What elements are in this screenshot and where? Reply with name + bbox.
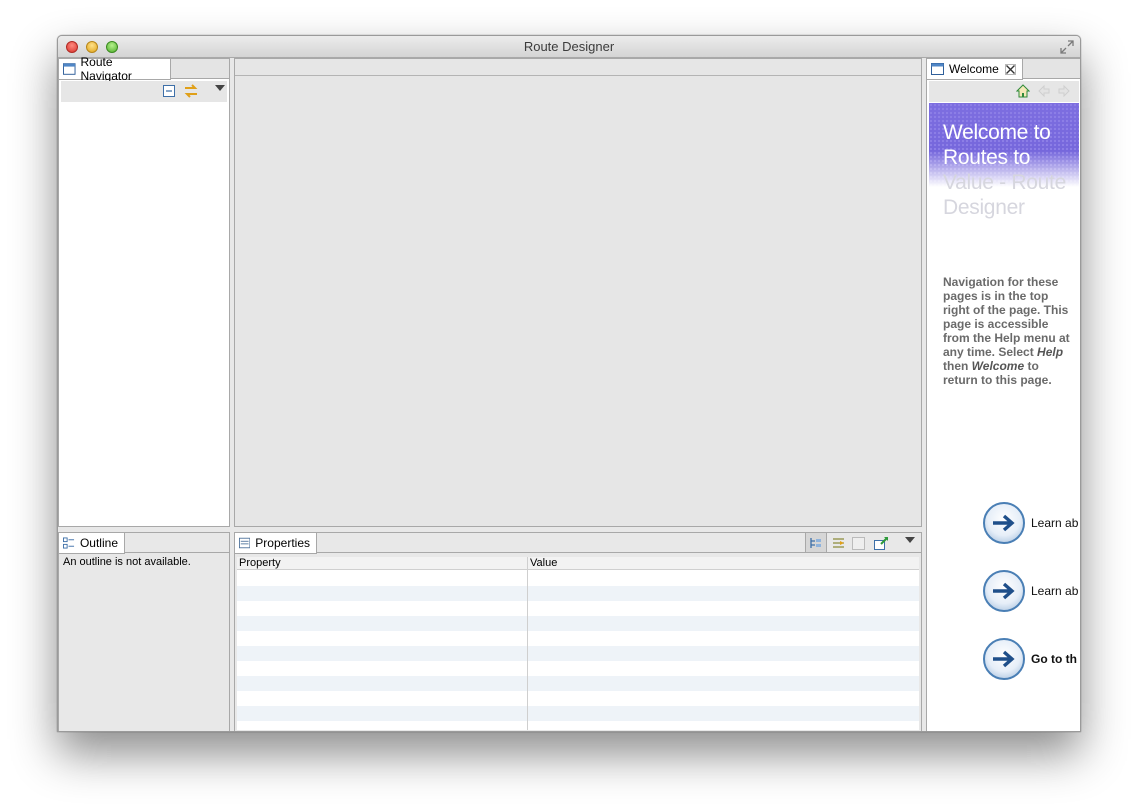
welcome-link-3[interactable]: Go to th [983,637,1080,681]
arrow-right-icon [983,638,1025,680]
editor-tabstrip [235,59,921,76]
welcome-title-line: Routes to [943,146,1031,169]
welcome-toolbar [929,81,1079,102]
collapse-all-icon[interactable] [163,85,176,98]
navigator-view-menu-icon[interactable] [215,85,225,91]
welcome-title-line: Designer [943,196,1025,219]
navigator-tabstrip: Route Navigator [59,55,229,83]
welcome-link-1[interactable]: Learn ab [983,501,1080,545]
restore-default-icon[interactable] [852,537,865,550]
table-row [237,631,919,646]
window-title: Route Designer [523,39,615,54]
table-row [237,646,919,661]
route-navigator-pane: Route Navigator [58,55,230,527]
help-emphasis: Help [1037,345,1064,359]
tab-label: Properties [255,536,310,550]
arrow-right-icon [983,502,1025,544]
outline-tabstrip: Outline [59,533,229,554]
welcome-title: Welcome to Routes to Value - Route Desig… [943,120,1080,220]
tab-label: Route Navigator [80,55,132,83]
welcome-emphasis: Welcome [971,359,1025,373]
tab-properties[interactable]: Properties [235,533,317,554]
properties-icon [239,537,251,549]
welcome-description: Navigation for these pages is in the top… [943,275,1075,387]
app-window: Route Designer Route Navigator Outline A… [57,35,1081,732]
link-with-editor-icon[interactable] [183,83,199,99]
outline-icon [63,537,75,549]
welcome-link-2[interactable]: Learn ab [983,569,1080,613]
editor-area [234,58,922,527]
table-row [237,661,919,676]
fullscreen-icon[interactable] [1060,40,1074,54]
back-icon[interactable] [1037,84,1051,98]
view-icon [63,63,76,75]
tab-welcome[interactable]: Welcome [927,59,1023,80]
table-row [237,616,919,631]
view-icon [931,63,944,75]
welcome-text: then [943,359,972,373]
table-row [237,586,919,601]
categories-icon [810,538,821,548]
properties-tabstrip: Properties [235,532,921,554]
column-header-value[interactable]: Value [530,557,557,569]
show-advanced-icon[interactable] [831,536,846,551]
welcome-pane: Welcome Welcome to Routes to Value - Rou… [926,58,1080,731]
tab-label: Welcome [949,62,999,76]
welcome-link-label: Go to th [1031,652,1077,666]
tab-route-navigator[interactable]: Route Navigator [59,55,171,83]
navigator-toolbar [61,81,227,102]
welcome-title-line: Welcome to [943,121,1051,144]
welcome-link-label: Learn ab [1031,584,1079,598]
arrow-right-icon [983,570,1025,612]
column-header-property[interactable]: Property [239,557,281,569]
title-bar: Route Designer [58,36,1080,58]
home-icon[interactable] [1016,84,1030,98]
properties-view-menu-icon[interactable] [905,537,915,543]
table-row [237,706,919,721]
forward-icon[interactable] [1057,84,1071,98]
properties-pane: Properties Property Value [234,532,922,731]
welcome-tabstrip: Welcome [927,59,1080,80]
show-categories-button[interactable] [805,532,827,553]
tab-outline[interactable]: Outline [59,533,125,554]
tab-label: Outline [79,536,118,550]
table-row [237,676,919,691]
table-row [237,691,919,706]
outline-message: An outline is not available. [63,556,191,568]
welcome-title-line: Value - Route [943,171,1066,194]
outline-pane: Outline An outline is not available. [58,532,230,731]
properties-table: Property Value [237,557,919,730]
table-row [237,601,919,616]
properties-table-header: Property Value [237,557,919,570]
pin-view-icon[interactable] [873,535,889,551]
welcome-link-label: Learn ab [1031,516,1079,530]
close-tab-icon[interactable] [1004,63,1016,75]
table-row [237,571,919,586]
table-row [237,721,919,730]
column-divider[interactable] [527,557,528,730]
